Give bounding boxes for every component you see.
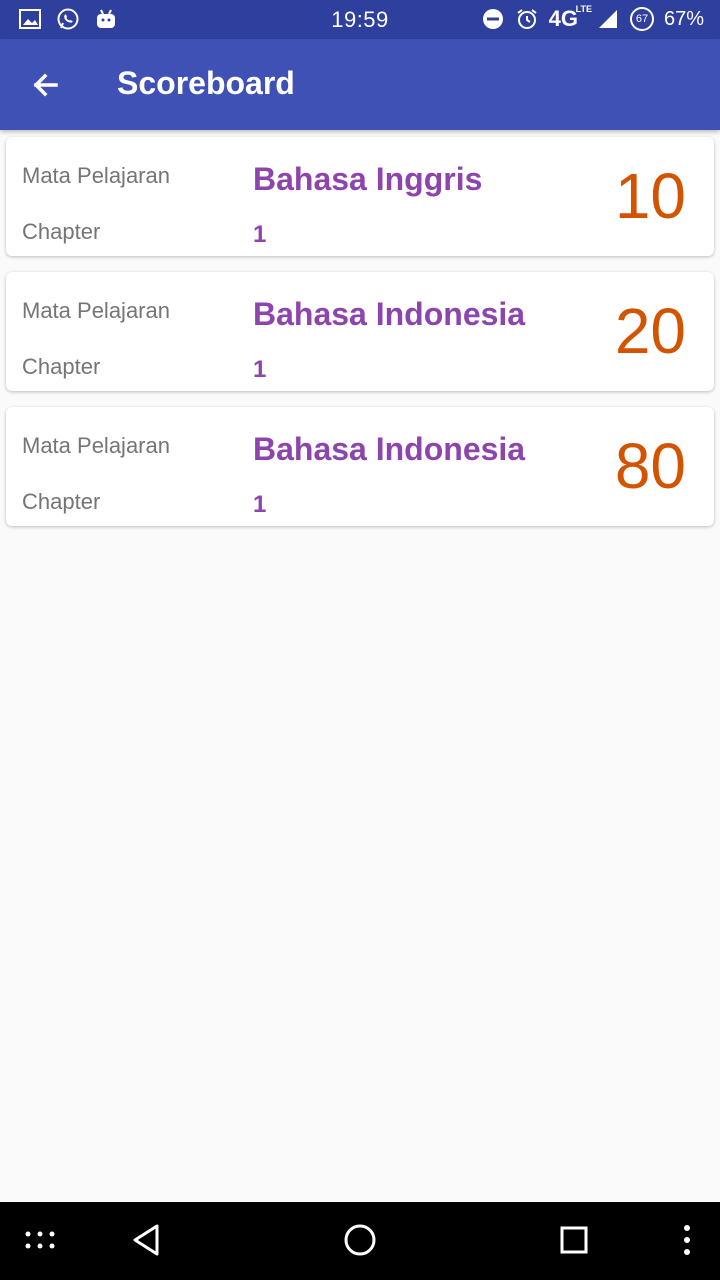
score-card[interactable]: Mata Pelajaran Chapter Bahasa Indonesia …: [6, 407, 714, 526]
alarm-icon: [515, 7, 539, 31]
vertical-dots-icon: [682, 1224, 692, 1261]
nav-back-button[interactable]: [124, 1220, 168, 1264]
chapter-value: 1: [253, 356, 267, 383]
score-card[interactable]: Mata Pelajaran Chapter Bahasa Inggris 1 …: [6, 137, 714, 256]
nav-overflow-button[interactable]: [665, 1220, 709, 1264]
score-value: 80: [614, 430, 686, 502]
subject-label: Mata Pelajaran: [22, 163, 170, 188]
do-not-disturb-icon: [481, 7, 505, 31]
back-button[interactable]: [28, 67, 64, 103]
subject-value: Bahasa Indonesia: [253, 431, 526, 467]
chapter-value: 1: [253, 491, 267, 518]
nav-recents-button[interactable]: [552, 1220, 596, 1264]
dots-grid-icon: [24, 1230, 56, 1255]
status-bar: 19:59 4G LTE 67 67%: [0, 0, 720, 39]
score-value: 20: [614, 295, 686, 367]
score-value: 10: [614, 160, 686, 232]
network-sub: LTE: [575, 4, 592, 14]
chapter-label: Chapter: [22, 489, 101, 514]
subject-value: Bahasa Indonesia: [253, 296, 526, 332]
subject-label: Mata Pelajaran: [22, 298, 170, 323]
signal-icon: [596, 7, 620, 31]
square-recents-icon: [559, 1225, 589, 1260]
triangle-back-icon: [130, 1223, 162, 1262]
battery-percent: 67%: [663, 7, 704, 30]
chapter-value: 1: [253, 221, 267, 248]
system-navigation-bar: [0, 1202, 720, 1280]
notification-count-badge: 67: [629, 7, 654, 31]
subject-label: Mata Pelajaran: [22, 433, 170, 458]
score-card[interactable]: Mata Pelajaran Chapter Bahasa Indonesia …: [6, 272, 714, 391]
app-bar: Scoreboard: [0, 39, 720, 130]
subject-value: Bahasa Inggris: [253, 161, 483, 197]
network-type: 4G LTE: [548, 4, 592, 31]
menu-button[interactable]: [18, 1220, 62, 1264]
chapter-label: Chapter: [22, 219, 101, 244]
score-list: Mata Pelajaran Chapter Bahasa Inggris 1 …: [6, 137, 714, 542]
nav-home-button[interactable]: [338, 1220, 382, 1264]
page-title: Scoreboard: [117, 65, 295, 101]
circle-home-icon: [343, 1223, 377, 1262]
chapter-label: Chapter: [22, 354, 101, 379]
back-arrow-icon: [28, 73, 64, 107]
